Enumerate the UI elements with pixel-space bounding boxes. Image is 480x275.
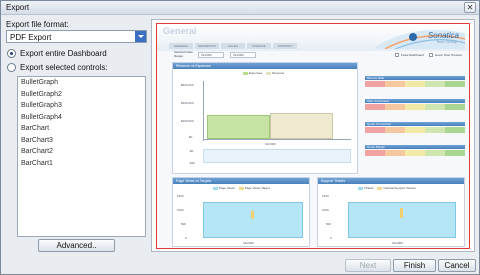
y-tick: $600,000 (181, 83, 194, 87)
export-selected-option[interactable]: Export selected controls: (7, 62, 108, 73)
y-tick: $400,000 (181, 101, 194, 105)
y-tick: $0 (189, 135, 193, 139)
page-views-panel: Page Views vs Targets Page Views Page Vi… (172, 177, 310, 247)
revenue-legend: Expenses Revenue (243, 71, 284, 75)
y-tick: -$20 (189, 161, 196, 165)
dashboard-preview: General Sonatica Tech Group GENERAL MARK… (151, 19, 475, 252)
tab-sales: SALES (221, 43, 245, 49)
export-dialog: Export ✕ Export file format: PDF Export … (0, 0, 480, 275)
support-title: Support Tickets (318, 178, 464, 184)
legend-hover: Hover Over Preview (429, 53, 462, 57)
list-item[interactable]: BulletGraph3 (18, 100, 145, 112)
list-item[interactable]: BulletGraph2 (18, 89, 145, 101)
radio-unselected-icon[interactable] (7, 63, 16, 72)
dashboard-tabs: GENERAL MARKETING SALES FINANCE SUPPORT (169, 43, 297, 49)
export-format-label: Export file format: (6, 20, 69, 29)
revenue-panel: Revenue vs Expenses Expenses Revenue $60… (172, 62, 358, 174)
y-tick: 0 (330, 236, 332, 240)
advanced-button[interactable]: Advanced.. (38, 239, 115, 252)
expenses-bar (207, 115, 270, 139)
logo-subtext: Tech Group (436, 39, 457, 44)
y-tick: 1000 (322, 208, 329, 212)
list-item[interactable]: BarChart2 (18, 146, 145, 158)
optimal-marker (400, 208, 403, 218)
list-item[interactable]: BarChart1 (18, 158, 145, 170)
y-tick: 500 (326, 222, 332, 226)
gross-margin-gauge: Gross Margin (365, 145, 465, 157)
export-selected-label: Export selected controls: (20, 63, 108, 72)
y-tick: 1500 (177, 194, 184, 198)
quote-conversion-gauge: Quote Conversion (365, 122, 465, 134)
list-item[interactable]: BarChart (18, 123, 145, 135)
y-tick: -$0 (189, 149, 194, 153)
y-tick: $200,000 (181, 119, 194, 123)
window-title: Export (6, 3, 30, 12)
list-item[interactable]: BulletGraph (18, 77, 145, 89)
date-to: 01/2006 (230, 52, 256, 58)
export-format-value: PDF Export (10, 33, 52, 42)
list-item[interactable]: BarChart3 (18, 135, 145, 147)
y-tick: 1000 (177, 208, 184, 212)
tab-finance: FINANCE (247, 43, 271, 49)
finish-button[interactable]: Finish (393, 259, 436, 272)
date-from: 01/2006 (198, 52, 224, 58)
dashboard-thumbnail: General Sonatica Tech Group GENERAL MARK… (156, 23, 470, 249)
y-tick: 500 (181, 222, 187, 226)
next-button[interactable]: Next (345, 259, 391, 272)
tab-general: GENERAL (169, 43, 193, 49)
bounce-rate-gauge: Bounce Rate (365, 76, 465, 88)
gross-margin-area (203, 149, 351, 163)
tab-marketing: MARKETING (195, 43, 219, 49)
y-tick: 0 (185, 236, 187, 240)
page-views-legend: Page Views Page Views Target (213, 186, 270, 190)
revenue-panel-title: Revenue vs Expenses (173, 63, 357, 69)
close-icon[interactable]: ✕ (464, 2, 476, 13)
tab-support: SUPPORT (273, 43, 297, 49)
title-bar: Export ✕ (1, 1, 479, 15)
legend-fixed: Fixed Dashboard (395, 53, 424, 57)
page-views-bar (203, 202, 303, 238)
x-tick: 01/2006 (243, 241, 254, 245)
x-tick: 01/2006 (392, 241, 403, 245)
web-conversion-gauge: Web Conversion (365, 99, 465, 111)
chevron-down-icon[interactable] (135, 31, 146, 42)
target-marker (251, 211, 254, 219)
dashboard-title: General (163, 26, 197, 36)
y-tick: 1500 (322, 194, 329, 198)
cancel-button[interactable]: Cancel (438, 259, 476, 272)
export-entire-option[interactable]: Export entire Dashboard (7, 48, 107, 59)
list-item[interactable]: BulletGraph4 (18, 112, 145, 124)
export-format-select[interactable]: PDF Export (6, 30, 147, 43)
page-views-title: Page Views vs Targets (173, 178, 309, 184)
revenue-bar (270, 113, 333, 139)
controls-list[interactable]: BulletGraph BulletGraph2 BulletGraph3 Bu… (17, 76, 146, 237)
x-tick: 01/2006 (265, 142, 276, 146)
radio-selected-icon[interactable] (7, 49, 16, 58)
support-panel: Support Tickets Tickets Optimal Support … (317, 177, 465, 247)
export-entire-label: Export entire Dashboard (20, 49, 107, 58)
support-legend: Tickets Optimal Support Volume (358, 186, 416, 190)
dashboard-header: General Sonatica Tech Group GENERAL MARK… (157, 24, 469, 51)
date-filter-label: Selected Date Range: (174, 50, 193, 58)
